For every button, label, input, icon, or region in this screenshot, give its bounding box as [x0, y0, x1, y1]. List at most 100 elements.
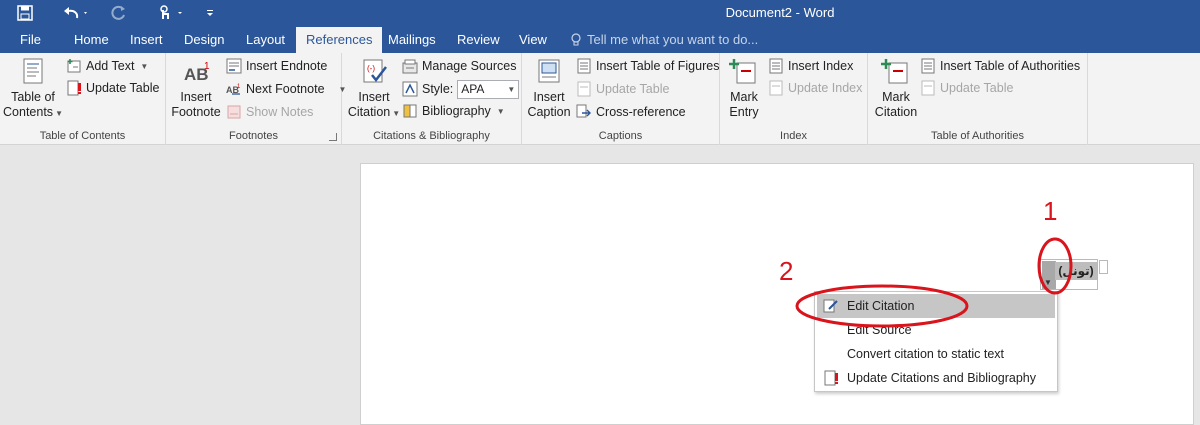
insert-caption-label-2: Caption [527, 105, 571, 119]
table-of-contents-label-1: Table of [11, 90, 55, 104]
insert-footnote-label-1: Insert [180, 90, 212, 104]
tell-me-box[interactable]: Tell me what you want to do... [570, 27, 758, 53]
insert-citation-button[interactable]: (-) Insert Citation ▼ [346, 57, 402, 121]
mark-citation-icon [881, 59, 908, 84]
insert-footnote-icon: AB1 [184, 61, 210, 84]
style-value: APA [461, 81, 485, 96]
next-footnote-button[interactable]: AB 1 Next Footnote ▼ [226, 79, 346, 99]
table-of-authorities-icon [921, 58, 935, 74]
table-of-contents-label-2: Contents [3, 105, 54, 119]
group-captions: Insert Caption Insert Table of Figures U… [522, 53, 720, 145]
insert-citation-label-2: Citation [347, 105, 391, 119]
insert-footnote-button[interactable]: AB 1 Insert Footnote [170, 57, 222, 120]
tab-view[interactable]: View [509, 27, 557, 53]
manage-sources-button[interactable]: Manage Sources [402, 56, 517, 76]
mark-entry-label-1: Mark [730, 90, 758, 104]
tab-references[interactable]: References [296, 27, 383, 53]
insert-table-of-authorities-label: Insert Table of Authorities [940, 59, 1081, 73]
tab-review[interactable]: Review [447, 27, 510, 53]
edit-source-label: Edit Source [847, 323, 912, 337]
next-footnote-icon: AB1 [226, 84, 241, 95]
convert-citation-label: Convert citation to static text [847, 347, 1005, 361]
group-citations-bibliography: (-) Insert Citation ▼ Manage Sources Styl… [342, 53, 522, 145]
insert-table-of-figures-button[interactable]: Insert Table of Figures [576, 56, 719, 76]
chevron-down-icon: ▼ [140, 61, 149, 71]
citation-dropdown-button[interactable]: ▼ [1042, 261, 1056, 289]
update-citations-icon [824, 370, 838, 386]
title-bar: Document2 - Word [0, 0, 1200, 27]
menu-item-update-citations[interactable]: Update Citations and Bibliography [817, 366, 1055, 390]
citation-handle-icon[interactable] [1099, 260, 1108, 274]
tab-mailings[interactable]: Mailings [378, 27, 446, 53]
insert-endnote-icon [226, 58, 242, 74]
tab-home[interactable]: Home [64, 27, 119, 53]
insert-index-label: Insert Index [788, 59, 854, 73]
show-notes-button[interactable]: Show Notes [226, 102, 313, 122]
captions-update-table-button[interactable]: Update Table [576, 79, 669, 99]
group-label-citations: Citations & Bibliography [373, 130, 490, 142]
svg-text:1: 1 [237, 84, 241, 90]
tab-insert[interactable]: Insert [120, 27, 173, 53]
mark-entry-button[interactable]: Mark Entry [722, 57, 766, 120]
captions-update-table-label: Update Table [596, 82, 670, 96]
update-table-label: Update Table [86, 81, 160, 95]
insert-endnote-label: Insert Endnote [246, 59, 328, 73]
chevron-down-icon: ▼ [55, 109, 63, 118]
update-index-icon [769, 80, 783, 96]
show-notes-icon [227, 105, 241, 119]
menu-item-edit-source[interactable]: Edit Source [817, 318, 1055, 342]
tab-file[interactable]: File [10, 27, 51, 53]
annotation-step-2: 2 [779, 256, 794, 286]
redo-icon[interactable] [108, 3, 130, 23]
table-of-contents-icon [23, 58, 43, 84]
footnotes-dialog-launcher-icon[interactable] [329, 133, 337, 141]
tab-layout[interactable]: Layout [236, 27, 295, 53]
authorities-update-table-label: Update Table [940, 81, 1014, 95]
update-table-icon [921, 80, 935, 96]
insert-index-button[interactable]: Insert Index [768, 56, 853, 76]
insert-citation-label-1: Insert [358, 90, 390, 104]
bibliography-button[interactable]: Bibliography ▼ [402, 101, 505, 121]
touch-mode-icon[interactable] [154, 3, 188, 23]
mark-citation-label-1: Mark [882, 90, 910, 104]
svg-text:1: 1 [204, 61, 210, 72]
tab-design[interactable]: Design [174, 27, 234, 53]
group-index: Mark Entry Insert Index Update Index Ind… [720, 53, 868, 145]
update-index-button[interactable]: Update Index [768, 78, 862, 98]
style-control: Style: APA ▼ [402, 79, 520, 99]
bibliography-icon [403, 104, 417, 118]
save-icon[interactable] [14, 3, 36, 23]
group-label-captions: Captions [598, 130, 643, 142]
citation-control[interactable]: ▼ (تونل) [1040, 259, 1098, 290]
insert-endnote-button[interactable]: Insert Endnote [226, 56, 327, 76]
group-footnotes: AB 1 Insert Footnote Insert Endnote AB 1 N… [166, 53, 346, 145]
mark-citation-button[interactable]: Mark Citation [870, 57, 922, 120]
edit-citation-label: Edit Citation [847, 299, 915, 313]
cross-reference-button[interactable]: Cross-reference [576, 102, 686, 122]
document-page[interactable] [360, 163, 1194, 425]
lightbulb-icon [571, 33, 581, 46]
chevron-down-icon: ▼ [392, 109, 401, 118]
cross-reference-label: Cross-reference [596, 105, 686, 119]
citation-context-menu: Edit Citation Edit Source Convert citati… [814, 291, 1058, 392]
menu-item-edit-citation[interactable]: Edit Citation [817, 294, 1055, 318]
add-text-button[interactable]: Add Text ▼ [66, 56, 148, 76]
edit-citation-icon [823, 299, 838, 313]
cross-reference-icon [576, 104, 591, 118]
insert-table-of-authorities-button[interactable]: Insert Table of Authorities [920, 56, 1080, 76]
group-label-index: Index [780, 130, 807, 142]
group-label-authorities: Table of Authorities [931, 130, 1024, 142]
style-dropdown[interactable]: APA ▼ [457, 79, 520, 99]
mark-citation-label-2: Citation [874, 105, 918, 119]
insert-caption-label-1: Insert [533, 90, 565, 104]
update-table-button[interactable]: Update Table [66, 78, 159, 98]
customize-toolbar-icon[interactable] [202, 3, 218, 23]
menu-item-convert-citation[interactable]: Convert citation to static text [817, 342, 1055, 366]
table-of-figures-icon [577, 58, 591, 74]
chevron-down-icon: ▼ [1044, 278, 1052, 287]
insert-caption-button[interactable]: Insert Caption [524, 57, 574, 120]
table-of-contents-button[interactable]: Table of Contents ▼ [3, 57, 63, 121]
undo-icon[interactable] [58, 3, 92, 23]
authorities-update-table-button[interactable]: Update Table [920, 78, 1013, 98]
next-footnote-label: Next Footnote [246, 82, 325, 96]
